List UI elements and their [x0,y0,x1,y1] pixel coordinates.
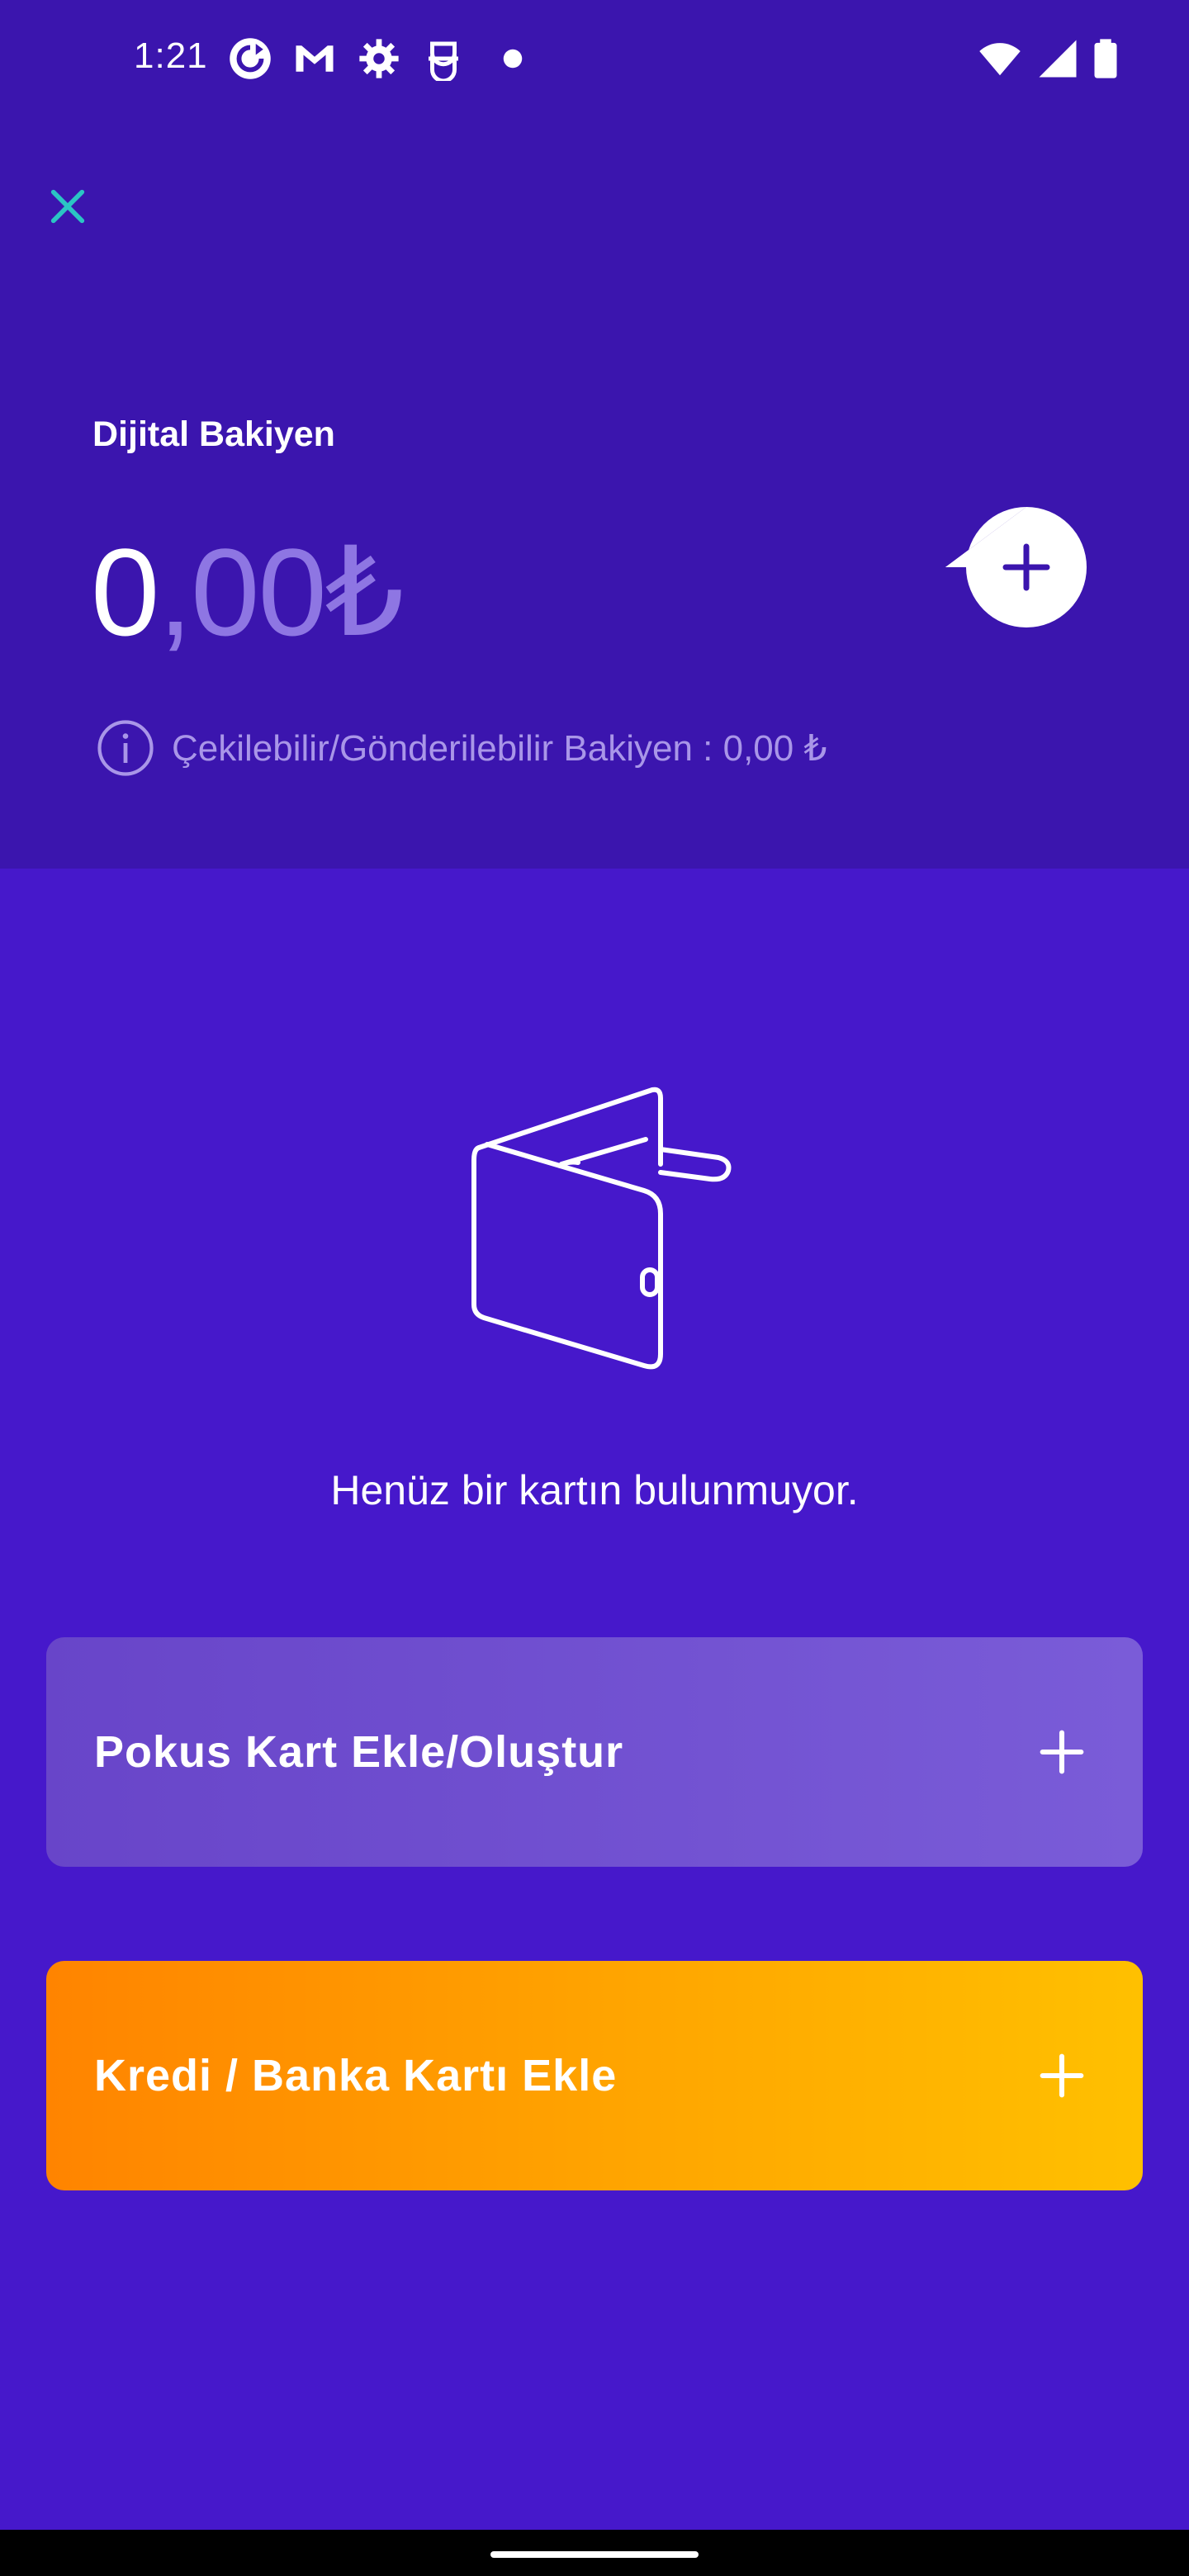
wallet-icon [471,1087,732,1370]
balance-currency: ₺ [324,523,404,661]
close-button[interactable] [33,172,102,241]
add-pokus-card-button[interactable]: Pokus Kart Ekle/Oluştur [46,1637,1143,1867]
balance-integer: 0 [91,523,159,661]
balance-header: 1:21 Dijital Bakiyen 0,00₺ Çekilebilir/G… [0,0,1189,869]
battery-icon [1094,39,1117,78]
close-icon [50,189,85,224]
withdrawable-balance-text: Çekilebilir/Gönderilebilir Bakiyen : 0,0… [172,727,827,769]
add-pokus-card-label: Pokus Kart Ekle/Oluştur [94,1727,624,1777]
status-time: 1:21 [134,36,208,76]
home-indicator[interactable] [490,2551,699,2558]
plus-icon [1040,2053,1084,2098]
settings-icon [359,39,399,78]
withdrawable-balance-info: Çekilebilir/Gönderilebilir Bakiyen : 0,0… [96,718,827,778]
add-credit-card-label: Kredi / Banka Kartı Ekle [94,2051,618,2100]
empty-state-message: Henüz bir kartın bulunmuyor. [330,1467,859,1513]
wifi-icon [979,43,1021,76]
info-icon [97,720,154,776]
balance-title: Dijital Bakiyen [92,414,335,454]
sync-icon [230,38,271,79]
plus-icon [1040,1730,1084,1774]
gmail-icon [296,45,334,72]
signal-icon [1039,40,1077,78]
add-balance-button[interactable] [944,505,1087,629]
status-bar: 1:21 [0,0,1189,114]
secure-icon [429,41,458,81]
balance-amount: 0,00₺ [91,522,404,662]
balance-decimal: ,00 [158,523,327,661]
add-credit-card-button[interactable]: Kredi / Banka Kartı Ekle [46,1961,1143,2190]
dot-icon [503,49,523,69]
